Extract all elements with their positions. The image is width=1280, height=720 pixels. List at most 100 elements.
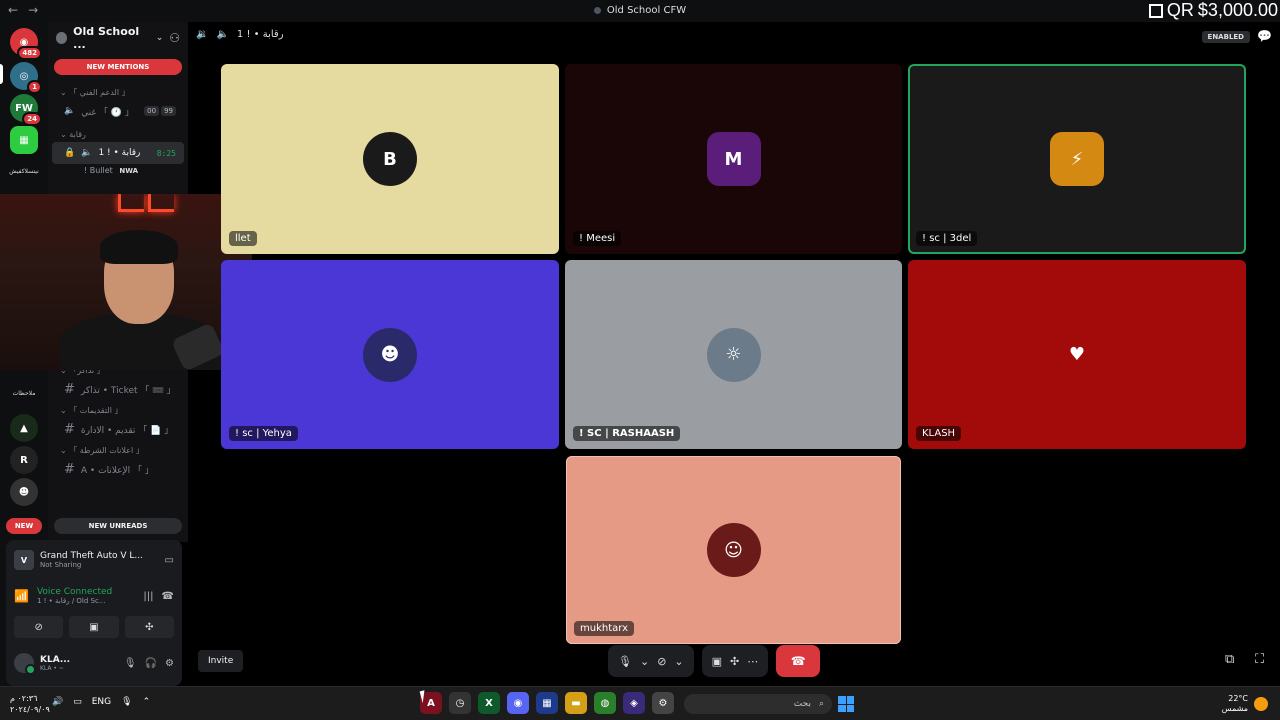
mic-icon[interactable]: 🎙 <box>124 658 137 669</box>
screen-share-icon[interactable]: ▣ <box>712 655 722 668</box>
channel-tickets[interactable]: # تذاكر • Ticket 「 🎟 」 <box>52 378 184 400</box>
taskbar-search[interactable]: بحث ⌕ <box>684 694 832 714</box>
chevron-down-icon[interactable]: ⌄ <box>640 655 649 668</box>
camera-off-icon[interactable]: ⊘ <box>657 655 666 668</box>
dm-badge: 482 <box>17 46 42 60</box>
new-unreads-pill[interactable]: NEW UNREADS <box>54 518 182 534</box>
taskbar-clock[interactable]: ٠٢:٣٦ م ٢٠٢٤/٠٩/٠٩ <box>10 693 50 715</box>
more-icon[interactable]: ⋯ <box>747 655 758 668</box>
channel-apply[interactable]: # تقديم • الادارة 「 📄 」 <box>52 418 184 440</box>
server-icon-6[interactable]: ☻ <box>10 478 38 506</box>
channel-label: رقابة • ! 1 <box>98 148 141 158</box>
gear-icon[interactable]: ⚙ <box>165 658 174 669</box>
neon-sign <box>106 194 178 216</box>
video-tile[interactable]: M ! Meesi <box>565 64 902 254</box>
video-tile[interactable]: ☺ mukhtarx <box>566 456 901 644</box>
camera-off-button[interactable]: ⊘ <box>14 616 64 638</box>
windows-taskbar: ٠٢:٣٦ م ٢٠٢٤/٠٩/٠٩ 🔊 ▭ ENG 🎙 ⌃ A ◷ X ◉ ▦… <box>0 686 1280 720</box>
new-mentions-pill[interactable]: NEW MENTIONS <box>54 59 182 75</box>
window-title-bar: ← → Old School CFW <box>0 0 1280 22</box>
server-icon-4[interactable]: ▲ <box>10 414 38 442</box>
start-button[interactable] <box>838 696 854 712</box>
store-icon[interactable]: ▦ <box>536 692 558 714</box>
copilot-icon[interactable]: ◈ <box>623 692 645 714</box>
category-support[interactable]: 「 الدعم الفني 」 ⌄ <box>48 86 188 100</box>
chat-icon[interactable]: 💬 <box>1257 29 1272 43</box>
add-member-icon[interactable]: ⚇ <box>169 31 180 45</box>
video-tile[interactable]: ⚡ ! sc | 3del <box>908 64 1246 254</box>
mic-icon[interactable]: 🎙 <box>121 697 132 707</box>
mic-control[interactable]: 🎙 ⌄ ⊘ ⌄ <box>608 645 694 677</box>
video-tile[interactable]: B llet <box>221 64 559 254</box>
server-icon <box>593 6 601 14</box>
volume-icon[interactable]: 🔊 <box>52 697 63 707</box>
voice-channel-label[interactable]: رقابة • ! 1 / Old Sc... <box>37 597 112 605</box>
headphones-icon[interactable]: 🎧 <box>145 658 157 669</box>
selected-server-pill <box>0 64 3 84</box>
volume-icon[interactable]: 🔉 <box>196 29 208 40</box>
chrome-icon[interactable]: ◍ <box>594 692 616 714</box>
window-title-text: Old School CFW <box>606 5 687 16</box>
server-icon-1[interactable]: ◎ 1 <box>10 62 42 94</box>
start-tile <box>838 696 846 704</box>
voice-member[interactable]: ! Bullet NWA <box>48 164 188 178</box>
streamer-hair <box>100 230 178 264</box>
category-applications[interactable]: 「 التقديمات 」 ⌄ <box>48 404 188 418</box>
disconnect-icon[interactable]: ☎ <box>162 591 174 602</box>
enabled-badge[interactable]: ENABLED <box>1201 31 1250 43</box>
screen-share-button[interactable]: ▣ <box>69 616 119 638</box>
server-icon-5[interactable]: R <box>10 446 38 474</box>
discord-icon[interactable]: ◉ <box>507 692 529 714</box>
channel-label: تذاكر • Ticket 「 🎟 」 <box>80 385 176 396</box>
settings-icon[interactable]: ⚙ <box>652 692 674 714</box>
channel-ads[interactable]: # A • الإعلانات 「 」 <box>52 458 184 480</box>
share-controls[interactable]: ▣ ✣ ⋯ <box>701 645 769 677</box>
share-screen-icon[interactable]: ▭ <box>165 555 174 566</box>
server-icon-3[interactable]: ▦ <box>10 126 38 154</box>
folder-icon[interactable]: ▬ <box>565 692 587 714</box>
activities-icon[interactable]: ✣ <box>730 655 739 668</box>
noise-suppression-icon[interactable]: ||| <box>143 591 153 602</box>
network-icon[interactable]: ▭ <box>73 697 82 707</box>
app-icon[interactable]: ◷ <box>449 692 471 714</box>
voice-status-row: 📶 Voice Connected رقابة • ! 1 / Old Sc..… <box>14 582 174 610</box>
user-limit: 00 99 <box>144 106 176 116</box>
video-tile[interactable]: ☼ ! SC | RASHAASH <box>565 260 902 449</box>
weather-temp: 22°C <box>1228 694 1248 703</box>
participant-name: llet <box>229 231 257 246</box>
avatar: ☻ <box>363 327 417 382</box>
category-police[interactable]: 「 اعلانات الشرطة 」 ⌄ <box>48 444 188 458</box>
server-icon-2[interactable]: FW 24 <box>10 94 42 126</box>
call-header: 🔉 🔈 رقابة • ! 1 ENABLED 💬 <box>196 26 1276 48</box>
chevron-down-icon[interactable]: ⌄ <box>674 655 683 668</box>
popout-icon[interactable]: ⧉ <box>1225 652 1234 667</box>
server-1-badge: 1 <box>27 80 42 94</box>
excel-icon[interactable]: X <box>478 692 500 714</box>
invite-button[interactable]: Invite <box>198 650 244 672</box>
discord-home-icon[interactable]: ◉ 482 <box>10 28 42 60</box>
search-placeholder: بحث <box>793 699 811 709</box>
video-tile[interactable]: ☻ ! sc | Yehya <box>221 260 559 449</box>
weather-condition: مشمس <box>1221 704 1248 713</box>
qr-icon <box>1148 3 1163 18</box>
channel-watch-voice[interactable]: 🔒 🔈 رقابة • ! 1 8:25 <box>52 142 184 164</box>
language-indicator[interactable]: ENG <box>92 697 111 707</box>
participant-name: ! sc | 3del <box>916 231 978 246</box>
video-tile[interactable]: ♥ KLASH <box>908 260 1246 449</box>
category-watch[interactable]: رقابة ⌄ <box>48 128 188 142</box>
weather-widget[interactable]: 22°C مشمس <box>1222 694 1268 714</box>
fullscreen-icon[interactable]: ⛶ <box>1255 652 1264 667</box>
avatar[interactable] <box>14 653 36 675</box>
mic-icon[interactable]: 🎙 <box>618 655 632 668</box>
chevron-up-icon[interactable]: ⌃ <box>143 697 151 707</box>
hash-icon: # <box>64 381 75 397</box>
disconnect-button[interactable]: ☎ <box>776 645 821 677</box>
avatar: ☼ <box>706 327 761 382</box>
guild-header[interactable]: Old School ... ⌄ ⚇ <box>48 22 188 54</box>
channel-support-voice[interactable]: 🔈 غني 「 🕐 」 00 99 <box>52 100 184 122</box>
clock-date: ٢٠٢٤/٠٩/٠٩ <box>10 705 50 714</box>
signal-icon[interactable]: 📶 <box>14 589 29 603</box>
new-servers-pill[interactable]: NEW <box>6 518 42 534</box>
activities-button[interactable]: ✣ <box>124 616 174 638</box>
activity-row[interactable]: V Grand Theft Auto V L... Not Sharing ▭ <box>14 546 174 574</box>
